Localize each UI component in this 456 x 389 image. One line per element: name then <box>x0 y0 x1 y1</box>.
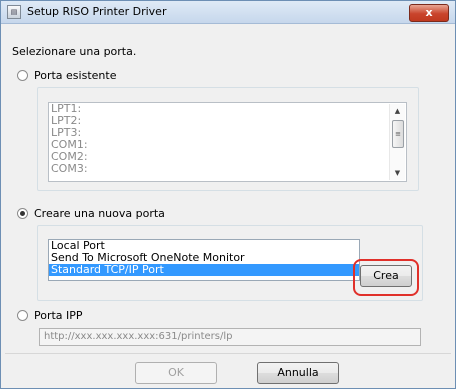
radio-existing-indicator[interactable] <box>17 70 28 81</box>
list-item[interactable]: LPT1: <box>49 103 406 115</box>
existing-port-list[interactable]: LPT1: LPT2: LPT3: COM1: COM2: COM3: ▲ ≡ … <box>48 102 407 182</box>
scroll-down-icon[interactable]: ▼ <box>390 166 405 180</box>
list-item[interactable]: LPT3: <box>49 127 406 139</box>
close-button[interactable]: x <box>409 4 449 22</box>
existing-list-scrollbar[interactable]: ▲ ≡ ▼ <box>389 104 405 180</box>
radio-existing-port[interactable]: Porta esistente <box>17 69 116 82</box>
radio-new-label: Creare una nuova porta <box>34 207 165 220</box>
radio-new-indicator[interactable] <box>17 208 28 219</box>
radio-ipp-label: Porta IPP <box>34 309 83 322</box>
list-item[interactable]: COM3: <box>49 163 406 175</box>
instruction-text: Selezionare una porta. <box>12 45 137 58</box>
list-item[interactable]: LPT2: <box>49 115 406 127</box>
printer-icon: ▤ <box>7 5 21 19</box>
ok-button[interactable]: OK <box>135 362 217 384</box>
list-item[interactable]: COM1: <box>49 139 406 151</box>
create-port-button[interactable]: Crea <box>360 265 412 287</box>
scroll-thumb[interactable]: ≡ <box>392 120 404 148</box>
window-title: Setup RISO Printer Driver <box>27 5 167 18</box>
setup-dialog: ▤ Setup RISO Printer Driver x Selezionar… <box>0 0 456 389</box>
footer-divider <box>5 353 451 354</box>
radio-existing-label: Porta esistente <box>34 69 117 82</box>
list-item-selected[interactable]: Standard TCP/IP Port <box>49 264 359 276</box>
radio-new-port[interactable]: Creare una nuova porta <box>17 207 165 220</box>
new-port-list[interactable]: Local Port Send To Microsoft OneNote Mon… <box>48 239 360 281</box>
ipp-url-field[interactable]: http://xxx.xxx.xxx.xxx:631/printers/lp <box>39 328 421 346</box>
scroll-up-icon[interactable]: ▲ <box>390 104 405 118</box>
radio-ipp-indicator[interactable] <box>17 310 28 321</box>
title-bar[interactable]: ▤ Setup RISO Printer Driver x <box>1 1 455 24</box>
list-item[interactable]: COM2: <box>49 151 406 163</box>
cancel-button[interactable]: Annulla <box>257 362 339 384</box>
radio-ipp-port[interactable]: Porta IPP <box>17 309 83 322</box>
